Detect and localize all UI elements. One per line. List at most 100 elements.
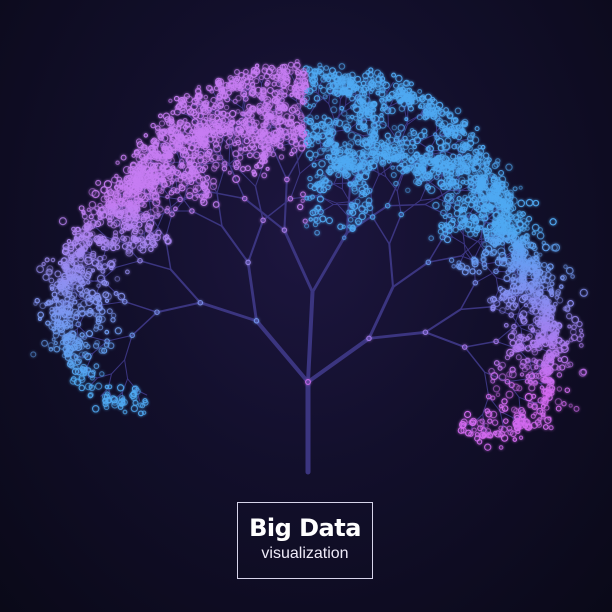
data-node xyxy=(85,330,94,338)
data-node xyxy=(318,160,326,168)
branch-line xyxy=(282,228,314,294)
branch-line xyxy=(206,190,246,200)
data-node xyxy=(138,229,144,235)
branch-line xyxy=(367,330,427,340)
data-node xyxy=(515,218,520,223)
data-node xyxy=(518,185,523,190)
data-node xyxy=(130,404,139,413)
data-node xyxy=(292,135,298,141)
branch-line xyxy=(171,199,185,215)
data-node xyxy=(227,170,232,175)
data-node xyxy=(305,150,314,159)
data-node xyxy=(525,226,530,231)
data-node xyxy=(565,266,574,275)
data-node xyxy=(316,169,324,176)
data-node xyxy=(578,342,584,348)
branch-line xyxy=(124,359,129,380)
branch-line xyxy=(306,290,315,384)
data-node xyxy=(563,264,568,269)
data-node xyxy=(367,167,372,171)
data-node xyxy=(487,418,493,424)
data-node xyxy=(213,144,222,153)
data-node xyxy=(50,257,56,263)
data-node xyxy=(576,320,583,328)
data-node xyxy=(78,384,86,392)
data-node xyxy=(91,268,95,273)
data-node xyxy=(235,109,241,114)
branch-line xyxy=(463,340,497,348)
branch-line xyxy=(427,232,447,264)
data-node xyxy=(386,96,392,101)
data-node xyxy=(499,361,506,369)
data-node xyxy=(541,275,547,281)
data-node xyxy=(408,147,414,154)
data-node xyxy=(567,324,572,329)
data-node xyxy=(481,257,486,263)
data-node xyxy=(395,74,403,83)
data-node xyxy=(314,229,320,236)
data-node xyxy=(519,310,528,318)
data-node xyxy=(224,144,230,150)
branch-line xyxy=(124,334,133,361)
branch-line xyxy=(229,98,244,109)
data-node xyxy=(155,172,161,177)
data-node xyxy=(495,392,501,398)
data-node xyxy=(115,160,120,165)
data-node xyxy=(483,152,490,159)
data-node xyxy=(49,283,55,290)
data-node xyxy=(244,165,251,172)
data-node xyxy=(45,320,51,326)
data-node xyxy=(234,69,240,75)
data-node xyxy=(90,208,98,216)
data-node xyxy=(511,273,517,279)
data-node xyxy=(42,273,50,281)
branch-line xyxy=(385,176,398,192)
data-node xyxy=(143,133,149,138)
branch-line xyxy=(495,277,510,282)
data-node xyxy=(541,240,547,246)
data-node xyxy=(250,118,255,123)
branch-line xyxy=(299,160,316,175)
data-node xyxy=(195,176,204,184)
data-node xyxy=(39,302,47,310)
data-node xyxy=(528,380,534,385)
branch-line xyxy=(283,178,288,232)
data-node xyxy=(464,410,472,419)
data-node xyxy=(30,351,37,358)
data-node xyxy=(93,326,99,332)
branch-line xyxy=(391,261,430,289)
data-node xyxy=(297,203,304,211)
data-node xyxy=(125,269,130,275)
data-node xyxy=(503,322,509,328)
data-node xyxy=(247,117,252,122)
data-node xyxy=(576,336,583,343)
data-node xyxy=(428,235,434,241)
data-node xyxy=(330,106,338,114)
data-node xyxy=(300,198,305,204)
data-node xyxy=(131,153,136,158)
branch-line xyxy=(169,268,202,304)
branch-line xyxy=(386,203,426,207)
data-node xyxy=(304,223,310,229)
data-node xyxy=(51,337,56,342)
data-node xyxy=(173,95,180,102)
data-node xyxy=(555,405,562,412)
data-node xyxy=(521,218,527,224)
data-node xyxy=(307,175,313,182)
branch-line xyxy=(254,318,310,384)
data-node xyxy=(443,107,449,113)
branch-line xyxy=(306,336,372,384)
branch-line xyxy=(506,378,528,383)
branch-line xyxy=(155,301,202,314)
data-node xyxy=(240,166,246,173)
branch-line xyxy=(396,190,402,216)
data-node xyxy=(103,180,113,189)
branch-line xyxy=(115,260,141,268)
data-node xyxy=(566,313,573,320)
data-node xyxy=(300,191,306,198)
data-node xyxy=(339,105,345,111)
data-node xyxy=(519,372,525,377)
data-node xyxy=(530,413,536,419)
data-node xyxy=(474,180,480,186)
data-node xyxy=(91,405,100,413)
